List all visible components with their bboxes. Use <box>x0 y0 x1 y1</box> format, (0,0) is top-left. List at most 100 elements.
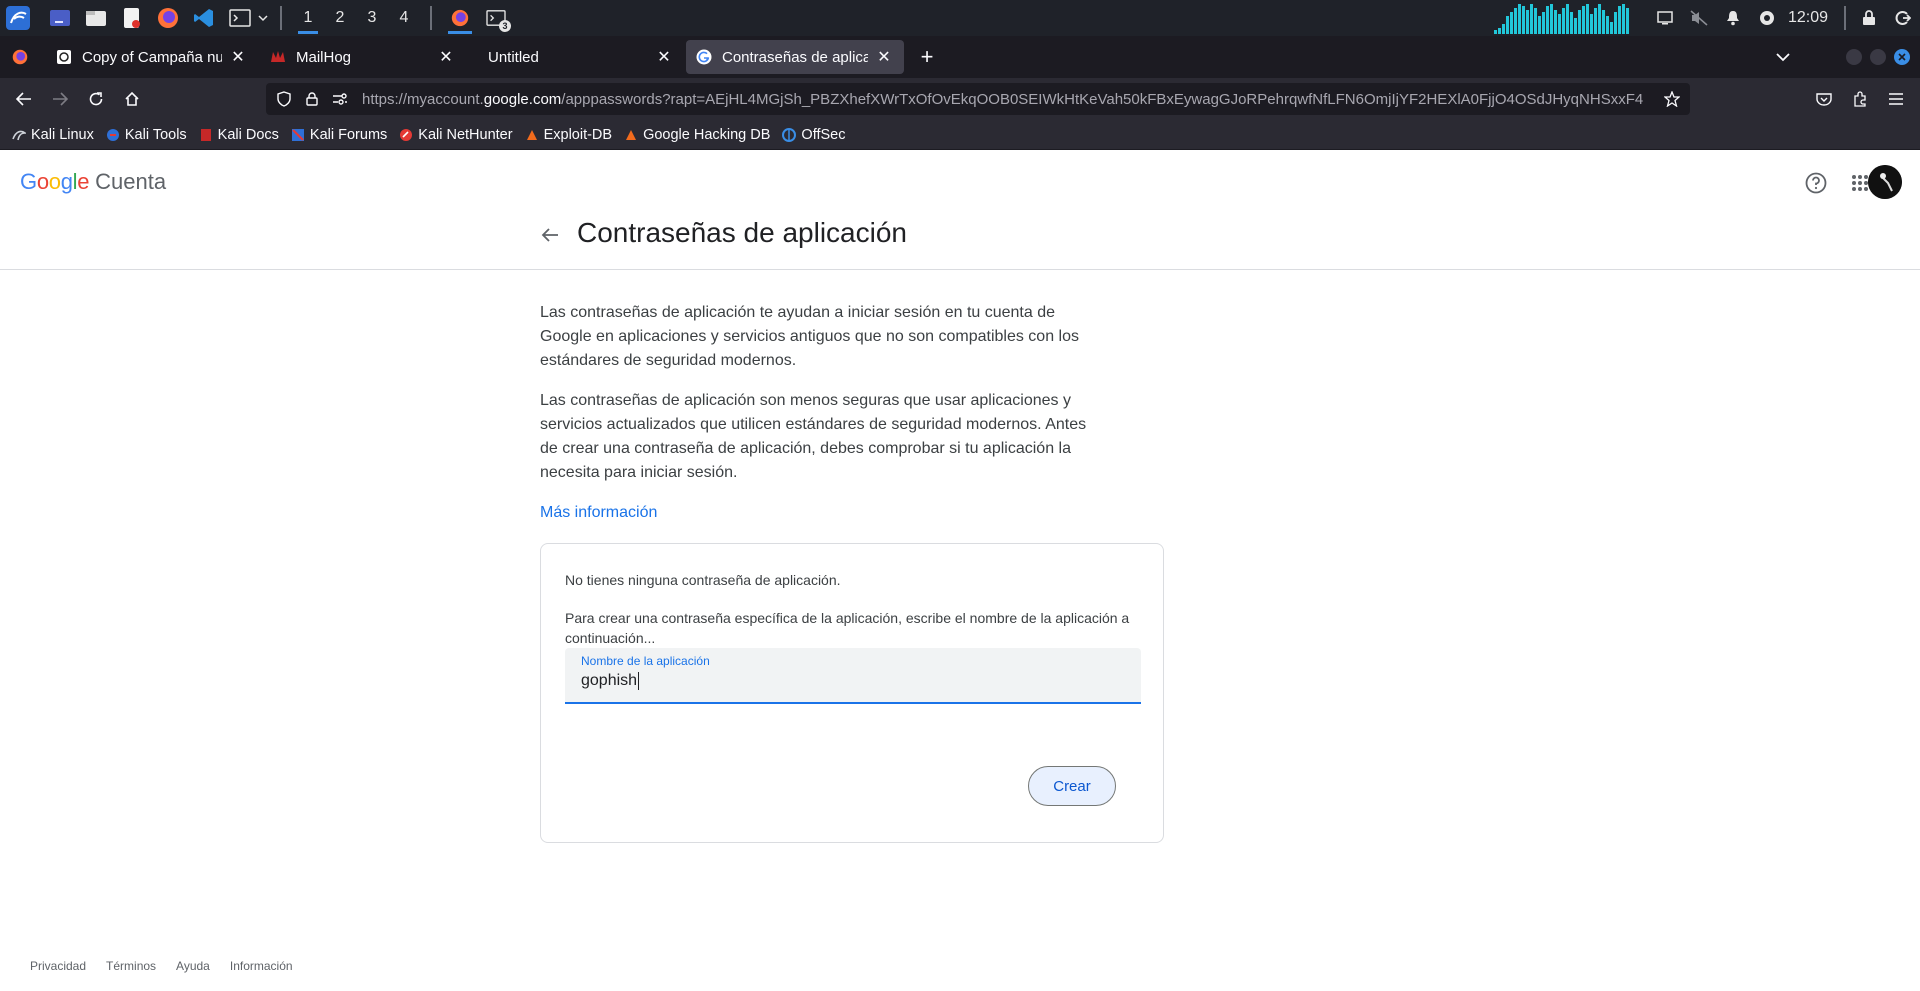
footer-link-info[interactable]: Información <box>230 959 293 973</box>
cpu-graph-bar <box>1601 10 1605 34</box>
extensions-icon[interactable] <box>1842 81 1878 117</box>
workspace-1[interactable]: 1 <box>292 0 324 36</box>
bookmark-kali-nethunter[interactable]: Kali NetHunter <box>399 126 513 143</box>
logo-letter: o <box>36 169 49 194</box>
cpu-graph-bar <box>1533 8 1537 34</box>
more-info-link[interactable]: Más información <box>540 501 657 525</box>
cpu-graph-bar <box>1557 14 1561 34</box>
firefox-window-button[interactable] <box>442 0 478 36</box>
forward-button[interactable] <box>42 81 78 117</box>
bookmark-label: Google Hacking DB <box>643 126 771 143</box>
firefox-launcher-icon[interactable] <box>154 4 182 32</box>
back-arrow-icon[interactable] <box>532 217 568 253</box>
bookmark-label: Kali Linux <box>31 126 94 143</box>
bookmark-kali-linux[interactable]: Kali Linux <box>12 127 94 143</box>
bookmark-kali-docs[interactable]: Kali Docs <box>199 127 279 143</box>
clock[interactable]: 12:09 <box>1788 9 1828 27</box>
tab-title: Copy of Campaña nuevo i <box>82 48 222 66</box>
cpu-graph-bar <box>1549 4 1553 34</box>
workspace-2[interactable]: 2 <box>324 0 356 36</box>
cpu-graph-bar <box>1625 8 1629 34</box>
bookmark-offsec[interactable]: OffSec <box>782 127 845 143</box>
cpu-graph-bar <box>1597 4 1601 34</box>
browser-tab[interactable]: MailHog ✕ <box>260 40 466 74</box>
chevron-down-icon[interactable] <box>256 0 270 36</box>
avatar[interactable] <box>1868 165 1902 199</box>
lock-icon[interactable] <box>298 83 326 115</box>
bookmark-kali-forums[interactable]: Kali Forums <box>291 127 387 143</box>
ghdb-icon <box>624 128 638 142</box>
pocket-icon[interactable] <box>1806 81 1842 117</box>
close-icon[interactable]: ✕ <box>654 47 674 67</box>
list-all-tabs-icon[interactable] <box>1766 40 1800 74</box>
bookmark-kali-tools[interactable]: Kali Tools <box>106 127 187 143</box>
logo-letter: e <box>77 169 90 194</box>
app-name-field[interactable]: Nombre de la aplicación gophish <box>565 648 1141 704</box>
cpu-graph-bar <box>1517 4 1521 34</box>
kali-menu-icon[interactable] <box>4 4 32 32</box>
permissions-icon[interactable] <box>326 83 354 115</box>
browser-tab[interactable]: Untitled ✕ <box>468 40 684 74</box>
web-page: Google Cuenta Contraseñas de aplicación … <box>0 151 1920 991</box>
tracking-protection-shield-icon[interactable] <box>270 83 298 115</box>
browser-tab[interactable]: Copy of Campaña nuevo i ✕ <box>46 40 258 74</box>
close-icon[interactable]: ✕ <box>436 47 456 67</box>
url-text[interactable]: https://myaccount.google.com/apppassword… <box>362 91 1662 108</box>
workspace-4[interactable]: 4 <box>388 0 420 36</box>
footer-link-help[interactable]: Ayuda <box>176 959 210 973</box>
home-button[interactable] <box>114 81 150 117</box>
new-tab-button[interactable]: + <box>910 40 944 74</box>
bookmark-label: Kali Forums <box>309 126 388 143</box>
file-manager-icon[interactable] <box>82 4 110 32</box>
browser-tab-strip: Copy of Campaña nuevo i ✕ MailHog ✕ Unti… <box>0 36 1920 78</box>
power-manager-icon[interactable] <box>1750 0 1784 36</box>
cpu-graph-bar <box>1509 12 1513 34</box>
terminal-window-button[interactable]: 3 <box>478 0 514 36</box>
close-icon[interactable]: ✕ <box>228 47 248 67</box>
url-prefix: https://myaccount. <box>362 90 484 108</box>
cpu-graph-bar <box>1613 12 1617 34</box>
url-bar[interactable]: https://myaccount.google.com/apppassword… <box>266 83 1690 115</box>
intro-paragraph: Las contraseñas de aplicación te ayudan … <box>540 304 1079 369</box>
bookmark-label: OffSec <box>801 126 846 143</box>
text-caret <box>638 672 640 690</box>
bookmark-star-icon[interactable] <box>1658 83 1686 115</box>
lock-screen-icon[interactable] <box>1852 0 1886 36</box>
browser-navbar: https://myaccount.google.com/apppassword… <box>0 78 1920 120</box>
text-editor-icon[interactable] <box>118 4 146 32</box>
show-desktop-icon[interactable] <box>46 4 74 32</box>
bookmark-google-hacking-db[interactable]: Google Hacking DB <box>624 127 770 143</box>
terminal-launcher-icon[interactable] <box>226 4 254 32</box>
app-menu-icon[interactable] <box>1878 81 1914 117</box>
firefox-view-button[interactable] <box>0 40 40 74</box>
tab-title: MailHog <box>296 48 352 66</box>
cpu-graph-bar <box>1565 4 1569 34</box>
display-icon[interactable] <box>1648 0 1682 36</box>
help-icon[interactable] <box>1798 165 1834 201</box>
logout-icon[interactable] <box>1886 0 1920 36</box>
minimize-window-button[interactable] <box>1846 49 1862 65</box>
volume-muted-icon[interactable] <box>1682 0 1716 36</box>
bookmark-exploit-db[interactable]: Exploit-DB <box>525 126 613 143</box>
create-button[interactable]: Crear <box>1028 766 1116 806</box>
url-path: /apppasswords?rapt=AEjHL4MGjSh_PBZXhefXW… <box>561 90 1644 108</box>
bookmark-label: Exploit-DB <box>543 126 613 143</box>
cpu-graph-bar <box>1553 10 1557 34</box>
page-title: Contraseñas de aplicación <box>577 217 907 248</box>
footer-link-terms[interactable]: Términos <box>106 959 156 973</box>
app-name-input[interactable]: gophish <box>581 672 640 690</box>
vscode-icon[interactable] <box>190 4 218 32</box>
cpu-graph-bar <box>1605 16 1609 34</box>
close-window-button[interactable] <box>1894 49 1910 65</box>
close-icon[interactable]: ✕ <box>874 47 894 67</box>
reload-button[interactable] <box>78 81 114 117</box>
workspace-3[interactable]: 3 <box>356 0 388 36</box>
bookmark-label: Kali NetHunter <box>418 126 513 143</box>
cpu-graph-bar <box>1505 16 1509 34</box>
back-button[interactable] <box>6 81 42 117</box>
browser-tab-active[interactable]: Contraseñas de aplicación ✕ <box>686 40 904 74</box>
maximize-window-button[interactable] <box>1870 49 1886 65</box>
google-account-logo[interactable]: Google Cuenta <box>20 169 166 195</box>
footer-link-privacy[interactable]: Privacidad <box>30 959 86 973</box>
notification-bell-icon[interactable] <box>1716 0 1750 36</box>
